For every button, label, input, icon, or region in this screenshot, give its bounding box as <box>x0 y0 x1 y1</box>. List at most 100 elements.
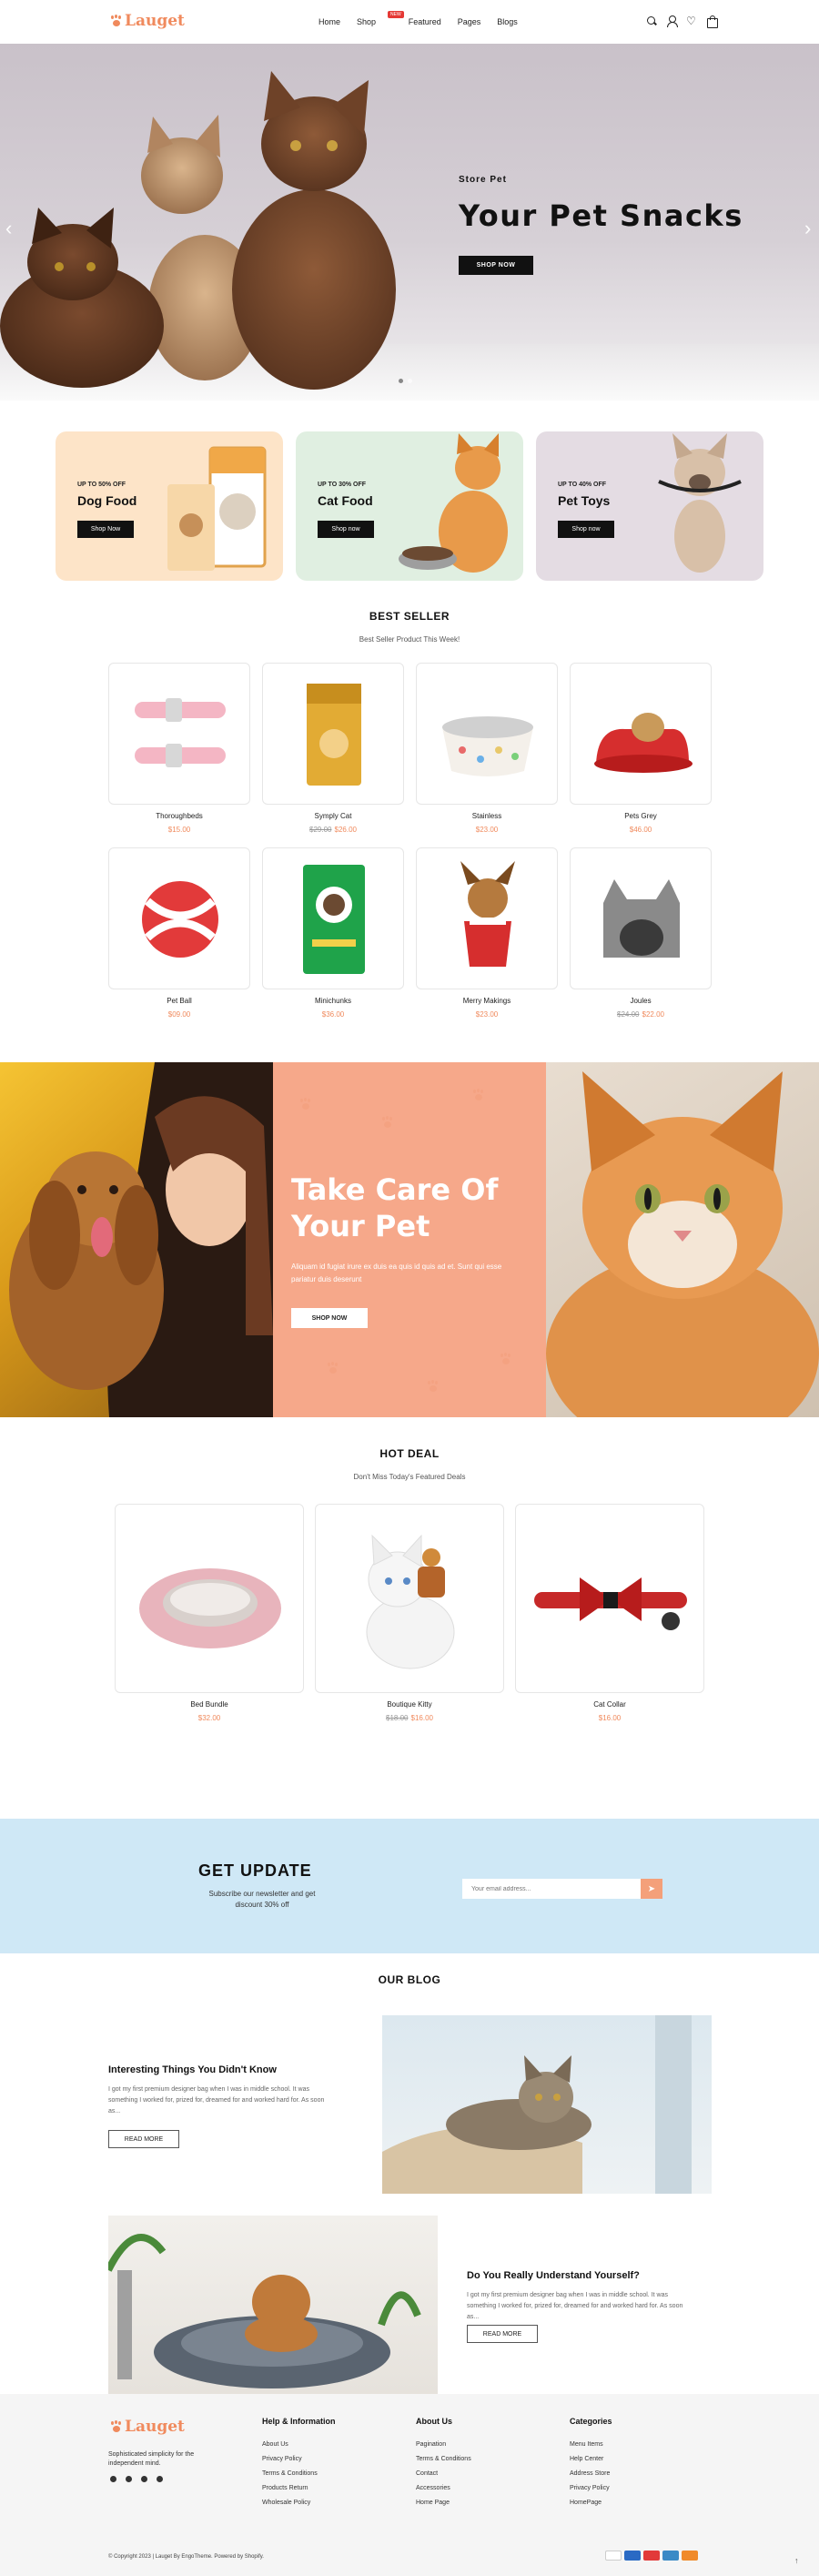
copyright: © Copyright 2023 | Lauget By EngoTheme. … <box>108 2554 264 2560</box>
care-shop-button[interactable]: SHOP NOW <box>291 1308 368 1328</box>
footer-link[interactable]: Help Center <box>570 2452 612 2467</box>
product-name[interactable]: Symply Cat <box>262 812 404 820</box>
woman-with-dog-image <box>0 1062 273 1417</box>
product-name[interactable]: Pets Grey <box>570 812 712 820</box>
logo-text: Lauget <box>125 2418 185 2436</box>
hero-dots <box>399 379 412 383</box>
slide-dot[interactable] <box>408 379 412 383</box>
user-icon[interactable] <box>666 15 678 27</box>
old-price: $24.00 <box>617 1010 640 1019</box>
footer-link[interactable]: Terms & Conditions <box>416 2452 471 2467</box>
product-card[interactable] <box>115 1504 304 1693</box>
footer-link[interactable]: Home Page <box>416 2496 471 2510</box>
search-icon[interactable] <box>646 15 657 26</box>
cat-in-basket-image[interactable] <box>382 2015 712 2194</box>
logo[interactable]: Lauget <box>111 12 185 30</box>
slide-dot[interactable] <box>399 379 403 383</box>
product-card[interactable] <box>416 663 558 805</box>
hero-shop-button[interactable]: SHOP NOW <box>459 256 533 275</box>
product-price: $09.00 <box>108 1010 250 1019</box>
product-name[interactable]: Stainless <box>416 812 558 820</box>
twitter-icon[interactable] <box>110 2476 116 2482</box>
bag-icon[interactable] <box>706 15 718 28</box>
newsletter-submit-button[interactable]: ➤ <box>641 1879 662 1899</box>
product-card[interactable] <box>262 847 404 989</box>
nav-featured[interactable]: Featured <box>409 17 441 26</box>
promo-title: Cat Food <box>318 493 373 508</box>
nav-home[interactable]: Home <box>318 17 340 26</box>
product-name[interactable]: Minichunks <box>262 997 404 1005</box>
footer-link[interactable]: Accessories <box>416 2481 471 2496</box>
product-name[interactable]: Merry Makings <box>416 997 558 1005</box>
nav-shop[interactable]: Shop NEW <box>357 11 404 26</box>
footer-column-title: Help & Information <box>262 2417 336 2426</box>
product-name[interactable]: Thoroughbeds <box>108 812 250 820</box>
orange-cat-image <box>546 1062 819 1417</box>
blog-post-title[interactable]: Interesting Things You Didn't Know <box>108 2064 277 2075</box>
product-price: $46.00 <box>570 826 712 834</box>
product-card[interactable] <box>416 847 558 989</box>
footer-link[interactable]: HomePage <box>570 2496 612 2510</box>
price-value: $46.00 <box>629 826 652 834</box>
hero-next-arrow[interactable]: › <box>804 217 811 240</box>
product-card[interactable] <box>108 663 250 805</box>
heart-icon[interactable]: ♡ <box>686 15 697 26</box>
blog-post-title[interactable]: Do You Really Understand Yourself? <box>467 2270 640 2281</box>
hot-deal-title: HOT DEAL <box>379 1447 440 1460</box>
read-more-button[interactable]: READ MORE <box>467 2325 538 2343</box>
promo-shop-button[interactable]: Shop now <box>558 521 614 538</box>
promo-title: Pet Toys <box>558 493 611 508</box>
product-name[interactable]: Boutique Kitty <box>315 1700 504 1709</box>
product-card[interactable] <box>515 1504 704 1693</box>
product-card[interactable] <box>570 663 712 805</box>
grey-cat-bed-image <box>603 879 680 958</box>
footer-link[interactable]: Products Return <box>262 2481 336 2496</box>
hero-prev-arrow[interactable]: ‹ <box>5 217 12 240</box>
product-name[interactable]: Cat Collar <box>515 1700 704 1709</box>
footer-link[interactable]: Privacy Policy <box>570 2481 612 2496</box>
main-nav: Home Shop NEW Featured Pages Blogs <box>318 11 518 26</box>
red-sleigh-bed-image <box>594 713 693 773</box>
product-name[interactable]: Bed Bundle <box>115 1700 304 1709</box>
promo-shop-button[interactable]: Shop now <box>318 521 374 538</box>
promo-pet-toys[interactable]: UP TO 40% OFF Pet Toys Shop now <box>536 431 763 581</box>
paw-pattern-icon <box>328 1363 340 1375</box>
dog-on-bed-image[interactable] <box>108 2216 438 2394</box>
footer-link[interactable]: Address Store <box>570 2467 612 2481</box>
read-more-button[interactable]: READ MORE <box>108 2130 179 2148</box>
pinterest-icon[interactable] <box>126 2476 132 2482</box>
footer-column-about: About Us Pagination Terms & Conditions C… <box>416 2417 471 2510</box>
product-card[interactable] <box>262 663 404 805</box>
product-card[interactable] <box>108 847 250 989</box>
scroll-to-top-icon[interactable]: ↑ <box>794 2556 799 2565</box>
price-value: $23.00 <box>475 1010 499 1019</box>
footer-link[interactable]: Menu Items <box>570 2438 612 2452</box>
blog-post-excerpt: I got my first premium designer bag when… <box>108 2086 325 2115</box>
newsletter-section <box>0 1819 819 1953</box>
nav-blogs[interactable]: Blogs <box>497 17 518 26</box>
product-name[interactable]: Pet Ball <box>108 997 250 1005</box>
footer-link[interactable]: Contact <box>416 2467 471 2481</box>
footer-link[interactable]: Pagination <box>416 2438 471 2452</box>
promo-dog-food[interactable]: UP TO 50% OFF Dog Food Shop Now <box>56 431 283 581</box>
nav-pages[interactable]: Pages <box>458 17 481 26</box>
social-links <box>110 2476 163 2482</box>
promo-shop-button[interactable]: Shop Now <box>77 521 134 538</box>
youtube-icon[interactable] <box>141 2476 147 2482</box>
instagram-icon[interactable] <box>157 2476 163 2482</box>
product-name[interactable]: Joules <box>570 997 712 1005</box>
footer-logo[interactable]: Lauget <box>111 2418 185 2436</box>
footer-link[interactable]: Privacy Policy <box>262 2452 336 2467</box>
price-value: $16.00 <box>410 1714 433 1722</box>
paw-icon <box>111 15 122 26</box>
footer-column-title: Categories <box>570 2417 612 2426</box>
footer-link[interactable]: Terms & Conditions <box>262 2467 336 2481</box>
site-header: Lauget Home Shop NEW Featured Pages Blogs… <box>0 0 819 44</box>
product-card[interactable] <box>315 1504 504 1693</box>
footer-link[interactable]: Wholesale Policy <box>262 2496 336 2510</box>
footer-link[interactable]: About Us <box>262 2438 336 2452</box>
price-value: $23.00 <box>475 826 499 834</box>
newsletter-email-input[interactable] <box>462 1879 641 1899</box>
product-card[interactable] <box>570 847 712 989</box>
promo-cat-food[interactable]: UP TO 30% OFF Cat Food Shop now <box>296 431 523 581</box>
